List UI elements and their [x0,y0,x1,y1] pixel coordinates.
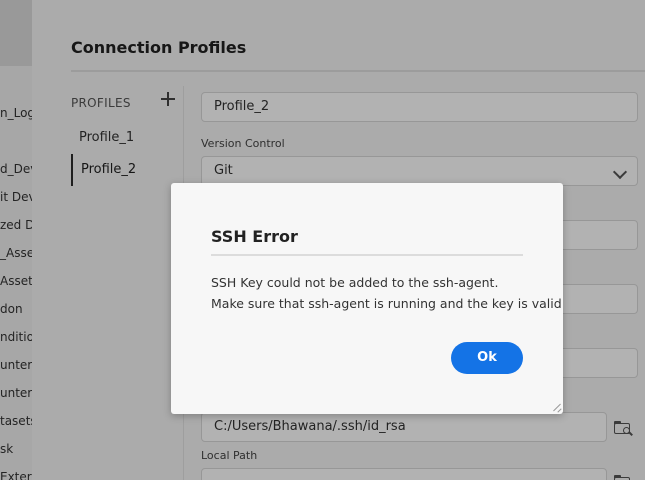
dialog-divider [211,254,523,256]
dialog-title: SSH Error [211,227,298,246]
dialog-message-line-2: Make sure that ssh-agent is running and … [211,296,562,311]
dialog-message-line-1: SSH Key could not be added to the ssh-ag… [211,275,499,290]
ok-button[interactable]: Ok [451,342,523,374]
resize-grip-icon[interactable] [551,402,561,412]
app-window: n_Log d_Dev it Dev zed D _Asset Assets d… [0,0,645,480]
ssh-error-dialog: SSH Error SSH Key could not be added to … [171,183,563,414]
